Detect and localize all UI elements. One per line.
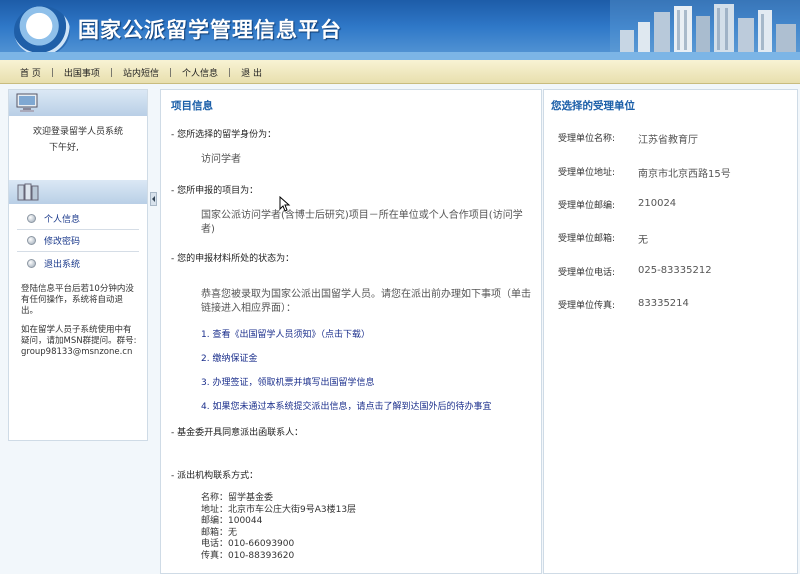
accepting-unit-title: 您选择的受理单位 bbox=[551, 100, 635, 112]
project-info-title: 项目信息 bbox=[171, 100, 213, 112]
computer-icon bbox=[16, 93, 38, 112]
site-header: 国家公派留学管理信息平台 bbox=[0, 0, 800, 60]
question-dispatch-contact: - 派出机构联系方式： bbox=[171, 471, 259, 481]
menu-change-password[interactable]: 修改密码 bbox=[17, 230, 139, 252]
answer-identity: 访问学者 bbox=[201, 154, 241, 165]
unit-name-row: 受理单位名称: 江苏省教育厅 bbox=[558, 134, 698, 146]
unit-postcode-row: 受理单位邮编: 210024 bbox=[558, 198, 677, 211]
unit-email-row: 受理单位邮箱: 无 bbox=[558, 234, 648, 246]
bullet-icon bbox=[27, 214, 36, 223]
menu-personal-info[interactable]: 个人信息 bbox=[17, 208, 139, 230]
help-notice: 如在留学人员子系统使用中有疑问，请加MSN群提问。群号:group98133@m… bbox=[21, 325, 137, 357]
nav-messages[interactable]: 站内短信 bbox=[123, 66, 159, 79]
csc-logo-icon bbox=[14, 6, 70, 56]
accepting-unit-panel: 您选择的受理单位 受理单位名称: 江苏省教育厅 受理单位地址: 南京市北京西路15号… bbox=[543, 89, 798, 574]
answer-project: 国家公派访问学者(含博士后研究)项目－所在单位或个人合作项目(访问学者) bbox=[201, 210, 523, 235]
unit-phone-row: 受理单位电话: 025-83335212 bbox=[558, 265, 712, 278]
link-visa-ticket[interactable]: 3. 办理签证，领取机票并填写出国留学信息 bbox=[201, 375, 374, 388]
timeout-notice: 登陆信息平台后若10分钟内没有任何操作，系统将自动退出。 bbox=[21, 284, 134, 316]
question-project: - 您所申报的项目为： bbox=[171, 186, 259, 196]
left-sidebar: 欢迎登录留学人员系统 下午好, 个人信息 修改密码 退出系统 登陆信息平台后若1… bbox=[8, 89, 148, 441]
link-pay-deposit[interactable]: 2. 缴纳保证金 bbox=[201, 351, 257, 364]
nav-home[interactable]: 首 页 bbox=[20, 66, 41, 79]
link-after-arrival[interactable]: 4. 如果您未通过本系统提交派出信息，请点击了解到达国外后的待办事宜 bbox=[201, 399, 491, 412]
books-icon bbox=[17, 183, 39, 201]
top-nav: 首 页 | 出国事项 | 站内短信 | 个人信息 | 退 出 bbox=[0, 60, 800, 84]
bullet-icon bbox=[27, 236, 36, 245]
project-info-panel: 项目信息 - 您所选择的留学身份为： 访问学者 - 您所申报的项目为： 国家公派… bbox=[160, 89, 542, 574]
welcome-text: 欢迎登录留学人员系统 bbox=[33, 127, 124, 137]
unit-fax-row: 受理单位传真: 83335214 bbox=[558, 298, 689, 311]
question-identity: - 您所选择的留学身份为： bbox=[171, 130, 277, 140]
site-title: 国家公派留学管理信息平台 bbox=[78, 18, 342, 42]
city-skyline-image bbox=[610, 0, 800, 60]
mouse-cursor-icon bbox=[279, 196, 291, 212]
collapse-sidebar-handle[interactable] bbox=[150, 192, 157, 206]
greeting-text: 下午好, bbox=[49, 143, 79, 153]
bullet-icon bbox=[27, 258, 36, 268]
question-contact-person: - 基金委开具同意派出函联系人： bbox=[171, 428, 304, 438]
link-read-notice[interactable]: 1. 查看《出国留学人员须知》（点击下载） bbox=[201, 327, 370, 340]
answer-status: 恭喜您被录取为国家公派出国留学人员。请您在派出前办理如下事项（单击链接进入相应界… bbox=[201, 289, 531, 314]
dispatch-contact-info: 名称：留学基金委 地址：北京市车公庄大街9号A3楼13层 邮编：100044 邮… bbox=[201, 493, 357, 561]
nav-personal-info[interactable]: 个人信息 bbox=[182, 66, 218, 79]
question-status: - 您的申报材料所处的状态为： bbox=[171, 254, 295, 264]
unit-address-row: 受理单位地址: 南京市北京西路15号 bbox=[558, 168, 731, 180]
nav-logout[interactable]: 退 出 bbox=[241, 66, 262, 79]
nav-going-abroad[interactable]: 出国事项 bbox=[64, 66, 100, 79]
menu-logout[interactable]: 退出系统 bbox=[17, 252, 139, 274]
